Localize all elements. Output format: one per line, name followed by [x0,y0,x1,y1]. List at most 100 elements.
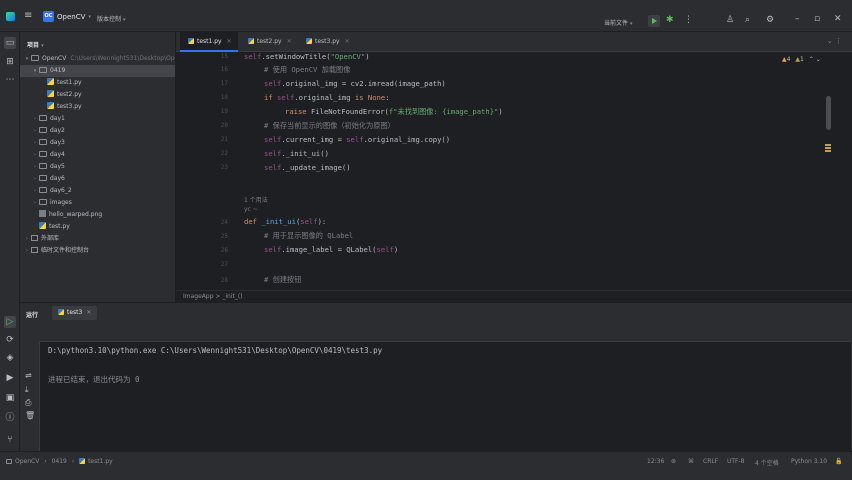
chevron-right-icon[interactable]: › [23,233,31,245]
line-number[interactable]: 18 [176,94,228,101]
close-tab-icon[interactable]: ✕ [287,38,292,45]
close-tab-icon[interactable]: ✕ [227,38,232,45]
chevron-right-icon[interactable]: › [31,125,39,137]
line-number[interactable]: 16 [176,66,228,73]
chevron-down-icon[interactable]: ⌄ [816,56,821,63]
run-config-selector[interactable]: 当前文件 ▾ [604,18,632,27]
tab-test3[interactable]: test3.py ✕ [298,32,356,52]
line-number[interactable]: 27 [176,261,228,268]
tree-item[interactable]: › 外部库 [20,233,175,245]
close-tab-icon[interactable]: ✕ [86,309,91,316]
debug-icon[interactable]: ✱ [666,16,674,25]
tree-item[interactable]: test.py [20,221,175,233]
file-encoding[interactable]: UTF-8 [727,458,745,465]
chevron-up-icon[interactable]: ⌃ [809,56,814,63]
services-icon[interactable]: ⟳ [4,334,16,346]
tree-item[interactable]: › day6 [20,173,175,185]
run-tab-test3[interactable]: test3 ✕ [52,306,98,320]
debug-tool-icon[interactable]: ▶ [4,372,16,384]
author-inlay-hint[interactable]: yc ~ [244,206,258,213]
scroll-marker[interactable] [825,147,831,149]
line-number[interactable]: 15 [176,53,228,60]
scroll-marker[interactable] [825,150,831,152]
scroll-to-end-icon[interactable]: ⤓ [25,385,29,395]
line-separator[interactable]: CRLF [703,458,718,465]
line-number[interactable]: 24 [176,219,228,226]
terminal-icon[interactable]: ▣ [4,392,16,404]
editor-scrollbar[interactable] [826,96,831,130]
tree-item[interactable]: › day1 [20,113,175,125]
inspection-widget[interactable]: ▲4 ▲1 ⌃ ⌄ [782,56,821,63]
close-icon[interactable]: ✕ [834,14,842,24]
chevron-down-icon[interactable]: ▾ [23,53,31,65]
git-status-icon[interactable]: ⌘ [688,458,694,465]
scroll-marker[interactable] [825,144,831,146]
console-output[interactable]: D:\python3.10\python.exe C:\Users\Wennig… [39,341,851,451]
python-interpreter[interactable]: Python 3.10 [791,458,827,465]
line-number[interactable]: 23 [176,164,228,171]
tree-item[interactable]: › day4 [20,149,175,161]
tree-item[interactable]: test3.py [20,101,175,113]
tab-test1[interactable]: test1.py ✕ [180,32,238,52]
folder-icon[interactable]: ▭ [4,37,16,49]
run-button[interactable] [648,15,660,27]
chevron-right-icon[interactable]: › [31,185,39,197]
usage-inlay-hint[interactable]: 1 个用法 [244,195,268,204]
chevron-right-icon[interactable]: › [31,173,39,185]
line-number[interactable]: 20 [176,122,228,129]
line-number[interactable]: 22 [176,150,228,157]
soft-wrap-icon[interactable]: ⇌ [25,371,32,380]
tree-item[interactable]: test2.py [20,89,175,101]
tree-item[interactable]: › day2 [20,125,175,137]
tree-item[interactable]: test1.py [20,77,175,89]
tab-list-icon[interactable]: ⌄ ⋮ [827,37,842,45]
chevron-right-icon[interactable]: › [31,137,39,149]
layers-icon[interactable]: ◈ [4,352,16,364]
more-tools-icon[interactable]: ⋯ [4,74,16,86]
problems-icon[interactable]: ⓘ [4,412,16,424]
tree-item[interactable]: › day6_2 [20,185,175,197]
tab-test2[interactable]: test2.py ✕ [240,32,298,52]
chevron-right-icon[interactable]: › [31,197,39,209]
tree-item[interactable]: › 临时文件和控制台 [20,245,175,257]
tree-item[interactable]: ▾ 0419 [20,65,175,77]
indent-setting[interactable]: 4 个空格 [755,458,779,467]
code-editor[interactable]: test1.py ✕ test2.py ✕ test3.py ✕ ⌄ ⋮ ▲4 ▲1 … [176,32,852,302]
line-number[interactable]: 19 [176,108,228,115]
line-number[interactable]: 25 [176,233,228,240]
more-icon[interactable]: ⋮ [684,16,693,25]
line-number[interactable]: 17 [176,80,228,87]
chevron-down-icon[interactable]: ▾ [31,65,39,77]
tree-item[interactable]: › day3 [20,137,175,149]
search-icon[interactable]: ⌕ [745,16,750,25]
breadcrumb[interactable]: ImageApp > _init_() [176,290,852,302]
tree-item[interactable]: hello_warped.png [20,209,175,221]
lock-icon[interactable]: 🔓 [835,458,842,465]
chevron-right-icon[interactable]: › [31,161,39,173]
line-number[interactable]: 26 [176,247,228,254]
print-icon[interactable]: ⎙ [25,398,31,408]
git-icon[interactable]: ⑂ [4,434,16,446]
vcs-menu[interactable]: 版本控制 ▾ [97,14,125,23]
user-icon[interactable]: ♙ [726,16,734,25]
run-tool-icon[interactable]: ▷ [4,316,16,328]
reader-mode-icon[interactable]: ⊛ [671,458,676,465]
caret-position[interactable]: 12:36 [647,458,664,465]
minimize-icon[interactable]: – [795,14,800,24]
tree-item[interactable]: › images [20,197,175,209]
restore-icon[interactable]: ▫ [814,14,820,24]
chevron-right-icon[interactable]: › [31,149,39,161]
chevron-right-icon[interactable]: › [31,113,39,125]
close-tab-icon[interactable]: ✕ [345,38,350,45]
hamburger-menu-icon[interactable]: ≡ [24,11,32,21]
project-selector[interactable]: OC OpenCV ▾ [43,11,91,22]
trash-icon[interactable]: 🗑 [25,411,35,420]
chevron-right-icon[interactable]: › [23,245,31,257]
line-number[interactable]: 28 [176,277,228,284]
gear-icon[interactable]: ⚙ [766,16,774,25]
plugins-icon[interactable]: ⊞ [4,56,16,68]
status-breadcrumb[interactable]: OpenCV › 0419 › test1.py [6,458,113,465]
line-number[interactable]: 21 [176,136,228,143]
tree-item[interactable]: ▾ OpenCVC:\Users\Wennight531\Desktop\Open… [20,53,175,65]
tree-item[interactable]: › day5 [20,161,175,173]
